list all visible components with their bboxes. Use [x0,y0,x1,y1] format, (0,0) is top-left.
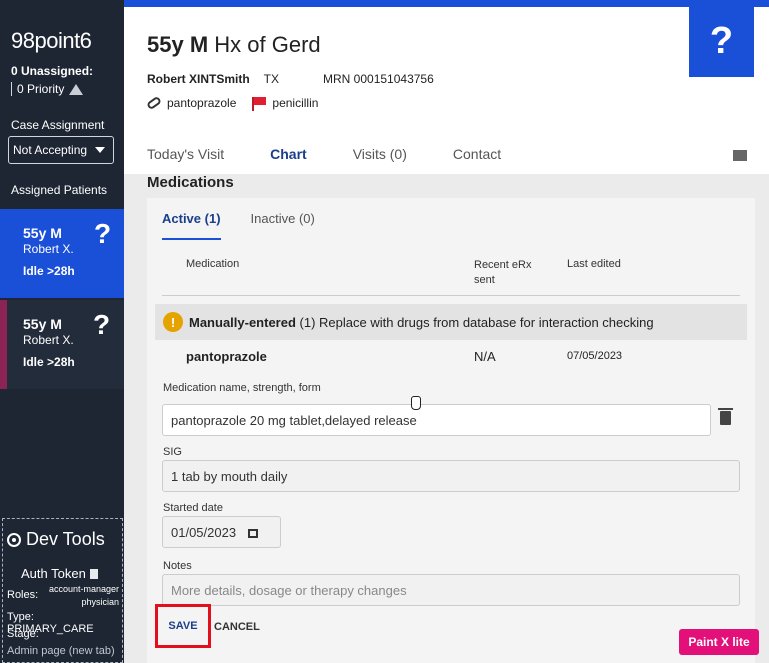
gear-icon [7,532,21,547]
patient-age-sex: 55y M [23,316,62,332]
patient-card-active[interactable]: 55y M Robert X. Idle >28h ? [0,209,140,298]
pill-icon [145,95,163,111]
case-assignment-value: Not Accepting [13,143,88,157]
manual-entry-warning: ! Manually-entered (1) Replace with drug… [155,304,747,340]
question-icon: ? [94,218,112,249]
medication-tabs: Active (1) Inactive (0) [162,211,345,240]
cancel-button[interactable]: CANCEL [214,621,260,633]
auth-token-label: Auth Token [21,566,86,581]
warning-icon: ! [163,312,183,332]
notes-input[interactable]: More details, dosage or therapy changes [162,574,740,606]
patient-card[interactable]: 55y M Robert X. Idle >28h ? [0,300,124,389]
sig-label: SIG [163,446,182,458]
priority-count: 0 Priority [11,82,84,96]
patient-idle: Idle >28h [23,355,75,369]
auth-token[interactable]: Auth Token [21,566,98,581]
medication-row-erx: N/A [474,349,496,364]
patient-idle: Idle >28h [23,264,75,278]
patient-name: Robert X. [23,242,74,256]
calendar-icon[interactable] [248,529,259,538]
patient-full-name: Robert XINTSmith [147,72,250,86]
patient-info: Robert XINTSmith TX MRN 000151043756 [147,72,434,86]
question-icon: ? [93,309,111,340]
priority-label: 0 Priority [17,82,65,96]
main-tabs: Today's Visit Chart Visits (0) Contact [147,146,547,177]
paint-x-lite-badge: Paint X lite [679,629,759,655]
medication-name-input[interactable]: pantoprazole 20 mg tablet,delayed releas… [162,404,711,436]
started-date-label: Started date [163,502,223,514]
patient-age-sex: 55y M [23,225,62,241]
tab-active-meds[interactable]: Active (1) [162,211,221,240]
mail-icon[interactable] [733,150,747,161]
divider [162,295,740,296]
patient-mrn: MRN 000151043756 [323,72,434,86]
help-button[interactable]: ? [689,6,754,77]
main-panel: 55y M Hx of Gerd Robert XINTSmith TX MRN… [124,0,769,663]
tab-inactive-meds[interactable]: Inactive (0) [251,211,315,240]
unassigned-count: 0 Unassigned: [11,64,94,78]
trash-icon[interactable] [718,408,733,425]
warning-bold: Manually-entered [189,314,296,330]
dev-tools-panel: Dev Tools Auth Token Roles: account-mana… [2,518,123,663]
roles-values: account-manager physician [49,583,119,609]
started-date-input[interactable]: 01/05/2023 [162,516,281,548]
assigned-patients-label: Assigned Patients [11,183,108,197]
brand-logo: 98point6 [11,28,92,53]
tab-chart[interactable]: Chart [270,146,307,177]
medication-name-label: Medication name, strength, form [163,382,321,394]
current-medication: pantoprazole [167,96,237,110]
document-icon[interactable] [89,568,98,579]
case-assignment-select[interactable]: Not Accepting [8,136,114,164]
top-accent-bar [124,0,769,7]
medication-row-last-edited: 07/05/2023 [567,350,623,362]
title-diagnosis: Hx of Gerd [208,32,321,57]
warning-detail: (1) Replace with drugs from database for… [295,314,654,330]
patient-state: TX [263,72,280,86]
tab-todays-visit[interactable]: Today's Visit [147,146,224,177]
medications-title: Medications [147,174,234,191]
page-title: 55y M Hx of Gerd [147,32,321,58]
title-age-sex: 55y M [147,32,209,57]
sig-input[interactable]: 1 tab by mouth daily [162,460,740,492]
flag-icon [252,97,267,111]
save-button[interactable]: SAVE [155,604,211,648]
hand-cursor-icon [411,396,421,410]
meds-allergies: pantoprazole penicillin [145,95,319,111]
stage-label: Stage: [7,628,39,640]
dev-tools-title: Dev Tools [7,529,105,550]
warning-text: Manually-entered (1) Replace with drugs … [189,315,654,330]
chevron-down-icon [95,147,105,153]
divider [11,82,12,96]
notes-label: Notes [163,560,192,572]
tab-visits[interactable]: Visits (0) [353,146,407,177]
sidebar: 98point6 0 Unassigned: 0 Priority Case A… [0,0,140,663]
column-header-last-edited: Last edited [567,258,621,270]
roles-label: Roles: [7,589,39,601]
warning-triangle-icon [69,83,84,95]
dev-tools-label: Dev Tools [26,529,105,549]
allergy: penicillin [272,96,319,110]
patient-name: Robert X. [23,333,74,347]
column-header-medication: Medication [186,258,240,270]
admin-page-link[interactable]: Admin page (new tab) [7,645,115,657]
medication-row-name: pantoprazole [186,349,267,364]
column-header-recent-erx: Recent eRx sent [474,259,532,286]
started-date-value: 01/05/2023 [171,525,237,540]
role-account-manager: account-manager [48,584,119,594]
case-assignment-label: Case Assignment [11,118,105,132]
tab-contact[interactable]: Contact [453,146,501,177]
role-physician: physician [81,597,119,607]
